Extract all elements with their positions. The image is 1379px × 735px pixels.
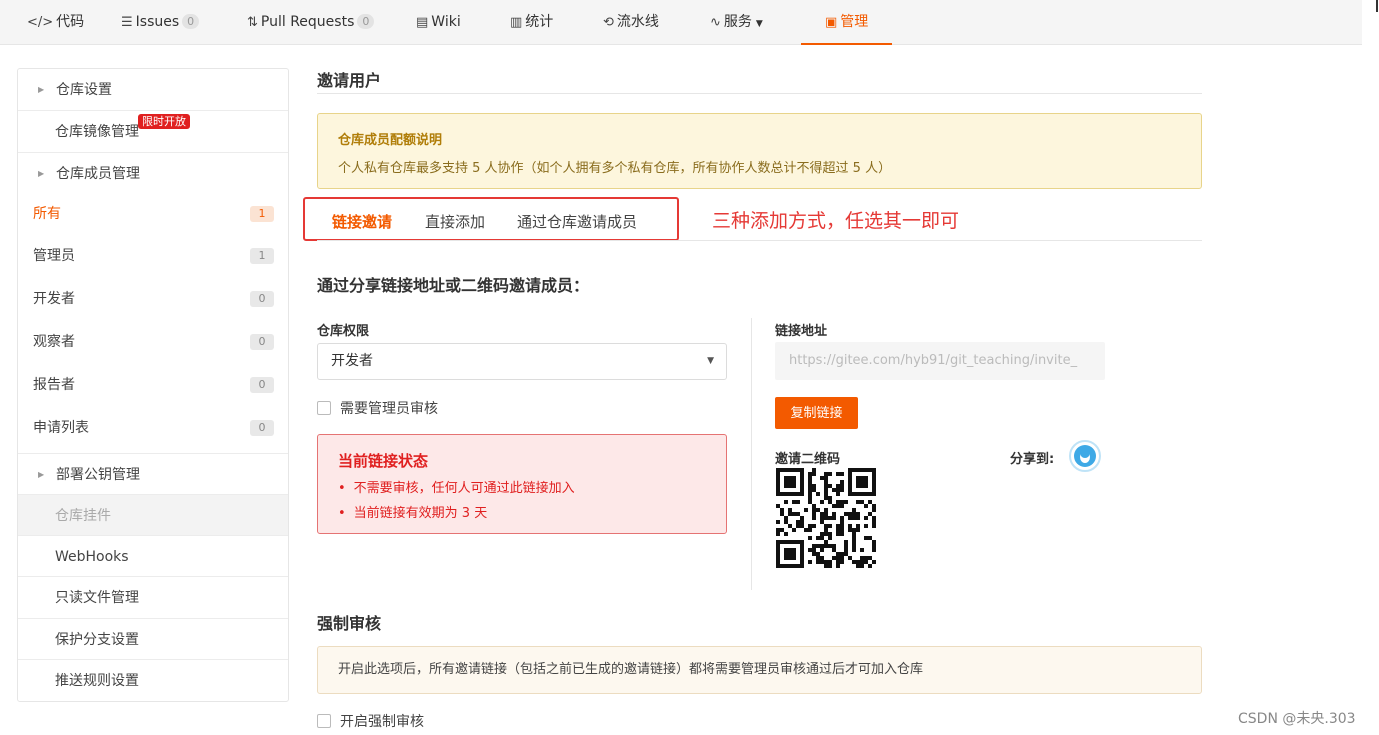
share-to-label: 分享到: bbox=[1010, 452, 1055, 467]
checkbox-box[interactable] bbox=[317, 714, 331, 728]
force-review-title: 强制审核 bbox=[317, 614, 382, 633]
title-divider bbox=[317, 93, 1202, 94]
manage-icon: ▣ bbox=[825, 15, 838, 30]
caret-right-icon: ▶ bbox=[38, 470, 45, 479]
need-review-checkbox[interactable]: 需要管理员审核 bbox=[317, 398, 438, 418]
nav-tab-stats[interactable]: ▥ 统计 bbox=[510, 0, 553, 45]
tabs-divider bbox=[317, 240, 1202, 241]
issues-count-badge: 0 bbox=[182, 14, 200, 29]
qq-share-icon[interactable] bbox=[1069, 440, 1101, 472]
window-edge-divider bbox=[1376, 0, 1378, 12]
annotation-text: 三种添加方式，任选其一即可 bbox=[712, 210, 960, 232]
sidebar-item-members-developer[interactable]: 开发者 0 bbox=[18, 278, 288, 320]
nav-tab-issues[interactable]: ☰ Issues 0 bbox=[121, 0, 200, 45]
sidebar-item-repo-settings[interactable]: ▶ 仓库设置 bbox=[18, 69, 288, 111]
count-badge: 1 bbox=[250, 248, 274, 264]
tab-direct-add[interactable]: 直接添加 bbox=[425, 211, 485, 232]
chevron-down-icon: ▼ bbox=[755, 19, 763, 29]
share-heading: 通过分享链接地址或二维码邀请成员： bbox=[317, 276, 590, 295]
tab-invite-via-repo[interactable]: 通过仓库邀请成员 bbox=[517, 211, 637, 232]
settings-sidebar: ▶ 仓库设置 仓库镜像管理 ▶ 仓库成员管理 所有 1 管理员 1 开发者 0 观察者 0 … bbox=[17, 68, 289, 702]
link-status-title: 当前链接状态 bbox=[338, 452, 429, 470]
permission-select[interactable]: 开发者 ▼ bbox=[317, 343, 727, 380]
qq-penguin-icon bbox=[1074, 445, 1096, 467]
checkbox-box[interactable] bbox=[317, 401, 331, 415]
qr-code-label: 邀请二维码 bbox=[775, 452, 841, 467]
qr-code-image bbox=[776, 468, 876, 568]
chevron-down-icon: ▼ bbox=[707, 356, 714, 366]
sidebar-item-member-manage[interactable]: ▶ 仓库成员管理 bbox=[18, 152, 288, 194]
tab-link-invite[interactable]: 链接邀请 bbox=[332, 211, 392, 232]
caret-right-icon: ▶ bbox=[38, 85, 45, 94]
wiki-icon: ▤ bbox=[416, 15, 429, 30]
sidebar-item-webhooks[interactable]: WebHooks bbox=[18, 535, 288, 577]
force-review-checkbox[interactable]: 开启强制审核 bbox=[317, 711, 424, 731]
stats-icon: ▥ bbox=[510, 15, 523, 30]
nav-tab-manage[interactable]: ▣ 管理 bbox=[801, 0, 893, 45]
invite-link-input[interactable]: https://gitee.com/hyb91/git_teaching/inv… bbox=[775, 342, 1105, 380]
service-icon: ∿ bbox=[710, 15, 721, 30]
nav-tab-pull-requests[interactable]: ⇅ Pull Requests 0 bbox=[247, 0, 375, 45]
issues-icon: ☰ bbox=[121, 15, 133, 30]
pull-requests-count-badge: 0 bbox=[357, 14, 375, 29]
sidebar-item-members-admin[interactable]: 管理员 1 bbox=[18, 235, 288, 277]
csdn-watermark: CSDN @未央.303 bbox=[1238, 711, 1356, 727]
count-badge: 0 bbox=[250, 420, 274, 436]
sidebar-item-deploy-keys[interactable]: ▶ 部署公钥管理 bbox=[18, 453, 288, 495]
sidebar-item-push-rules[interactable]: 推送规则设置 bbox=[18, 659, 288, 701]
sidebar-item-repo-plugins: 仓库挂件 bbox=[18, 494, 288, 536]
quota-notice-title: 仓库成员配额说明 bbox=[338, 133, 443, 148]
nav-tab-service[interactable]: ∿ 服务 ▼ bbox=[710, 0, 763, 45]
quota-notice-desc: 个人私有仓库最多支持 5 人协作（如个人拥有多个私有仓库，所有协作人数总计不得超… bbox=[338, 161, 892, 176]
page-title: 邀请用户 bbox=[317, 71, 382, 90]
limited-open-badge: 限时开放 bbox=[138, 114, 190, 129]
nav-tab-pipeline[interactable]: ⟲ 流水线 bbox=[603, 0, 659, 45]
nav-tab-wiki[interactable]: ▤ Wiki bbox=[416, 0, 461, 45]
invite-method-tabs: 链接邀请 直接添加 通过仓库邀请成员 bbox=[303, 197, 679, 241]
permission-label: 仓库权限 bbox=[317, 324, 370, 339]
pipeline-icon: ⟲ bbox=[603, 15, 614, 30]
link-status-item: • 不需要审核，任何人可通过此链接加入 bbox=[338, 481, 575, 496]
code-icon: </> bbox=[27, 15, 54, 30]
sidebar-item-protected-branches[interactable]: 保护分支设置 bbox=[18, 618, 288, 660]
sidebar-item-readonly-files[interactable]: 只读文件管理 bbox=[18, 576, 288, 618]
copy-link-button[interactable]: 复制链接 bbox=[775, 397, 858, 429]
nav-tab-code[interactable]: </> 代码 bbox=[27, 0, 84, 45]
sidebar-item-members-observer[interactable]: 观察者 0 bbox=[18, 321, 288, 363]
sidebar-item-members-reporter[interactable]: 报告者 0 bbox=[18, 364, 288, 406]
sidebar-item-members-requests[interactable]: 申请列表 0 bbox=[18, 407, 288, 449]
count-badge: 0 bbox=[250, 334, 274, 350]
pull-request-icon: ⇅ bbox=[247, 15, 258, 30]
count-badge: 0 bbox=[250, 291, 274, 307]
caret-right-icon: ▶ bbox=[38, 169, 45, 178]
link-status-item: • 当前链接有效期为 3 天 bbox=[338, 506, 488, 521]
quota-notice: 仓库成员配额说明 个人私有仓库最多支持 5 人协作（如个人拥有多个私有仓库，所有… bbox=[317, 113, 1202, 189]
repo-nav-bar: </> 代码 ☰ Issues 0 ⇅ Pull Requests 0 ▤ Wiki ▥ 统计… bbox=[0, 0, 1362, 45]
link-address-label: 链接地址 bbox=[775, 324, 828, 339]
force-review-notice: 开启此选项后，所有邀请链接（包括之前已生成的邀请链接）都将需要管理员审核通过后才… bbox=[317, 646, 1202, 694]
count-badge: 0 bbox=[250, 377, 274, 393]
column-divider bbox=[751, 318, 752, 590]
sidebar-item-members-all[interactable]: 所有 1 bbox=[18, 193, 288, 235]
link-status-box: 当前链接状态 • 不需要审核，任何人可通过此链接加入 • 当前链接有效期为 3 天 bbox=[317, 434, 727, 534]
count-badge: 1 bbox=[250, 206, 274, 222]
